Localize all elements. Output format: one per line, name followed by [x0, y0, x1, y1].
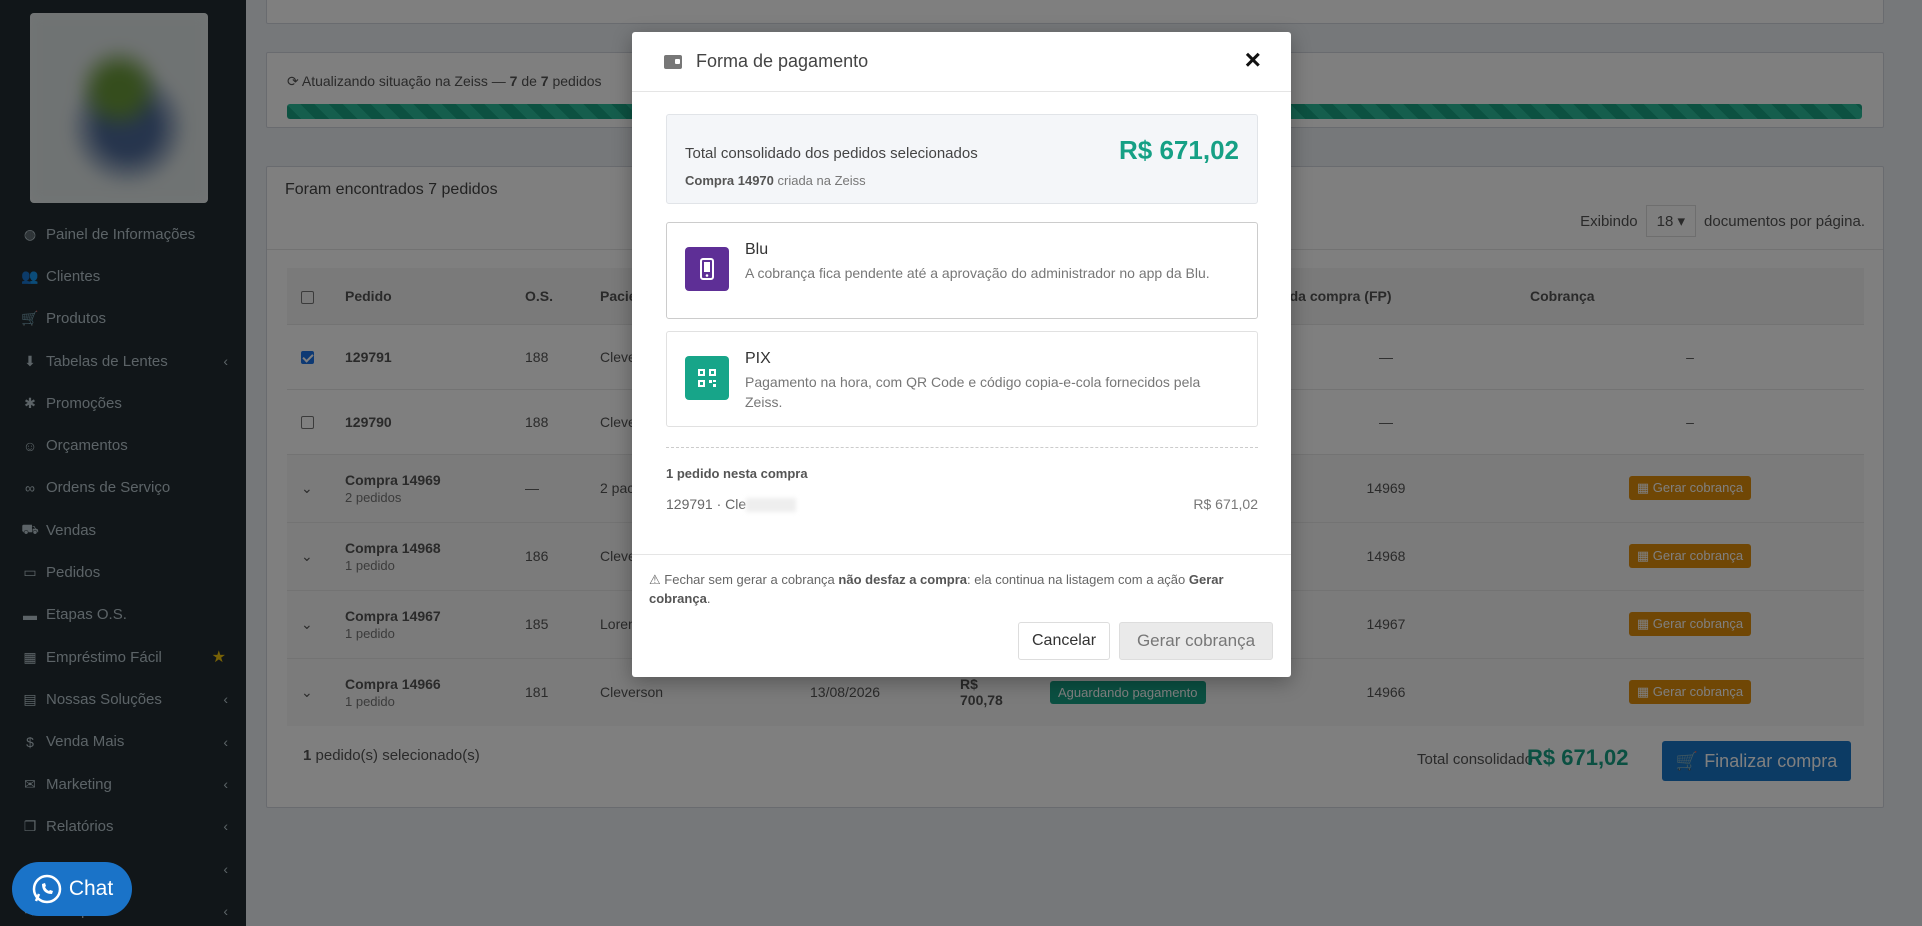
pedido-line-text: 129791 · Cle [666, 496, 747, 512]
option-blu-desc: A cobrança fica pendente até a aprovação… [745, 265, 1210, 281]
pedidos-count: 1 pedido nesta compra [666, 466, 808, 481]
wallet-icon [664, 54, 682, 69]
payment-modal: Forma de pagamento × Total consolidado d… [632, 32, 1291, 677]
warning-text-2: : ela continua na listagem com a ação [967, 572, 1189, 587]
chat-label: Chat [68, 877, 114, 900]
warning-bold-1: não desfaz a compra [838, 572, 968, 587]
option-pix-name: PIX [745, 350, 771, 367]
qrcode-icon [685, 356, 729, 400]
payment-option-blu[interactable]: Blu A cobrança fica pendente até a aprov… [666, 222, 1258, 319]
summary-note-compra: Compra 14970 [685, 173, 774, 188]
whatsapp-icon [32, 874, 62, 904]
warning-text-1: Fechar sem gerar a cobrança [660, 572, 839, 587]
summary-label: Total consolidado dos pedidos selecionad… [685, 145, 978, 162]
modal-warning: ⚠ Fechar sem gerar a cobrança não desfaz… [649, 570, 1261, 608]
close-icon[interactable]: × [1245, 44, 1261, 76]
option-blu-name: Blu [745, 241, 769, 258]
modal-header: Forma de pagamento [632, 32, 1291, 92]
redacted-name [746, 498, 797, 513]
pedido-amount: R$ 671,02 [1193, 496, 1258, 512]
payment-summary: Total consolidado dos pedidos selecionad… [666, 114, 1258, 204]
pedido-line: 129791 · Cle [666, 496, 797, 513]
phone-icon [685, 247, 729, 291]
warning-icon: ⚠ [649, 572, 661, 587]
summary-note-rest: criada na Zeiss [773, 173, 866, 188]
modal-title: Forma de pagamento [696, 51, 869, 71]
cancel-button[interactable]: Cancelar [1018, 622, 1110, 660]
option-pix-desc: Pagamento na hora, com QR Code e código … [745, 374, 1201, 410]
chat-button[interactable]: Chat [12, 862, 132, 916]
payment-option-pix[interactable]: PIX Pagamento na hora, com QR Code e cód… [666, 331, 1258, 427]
warning-text-3: . [706, 591, 711, 606]
gerar-cobranca-button[interactable]: Gerar cobrança [1119, 622, 1273, 660]
summary-amount: R$ 671,02 [1119, 135, 1239, 165]
summary-note: Compra 14970 criada na Zeiss [685, 173, 866, 188]
